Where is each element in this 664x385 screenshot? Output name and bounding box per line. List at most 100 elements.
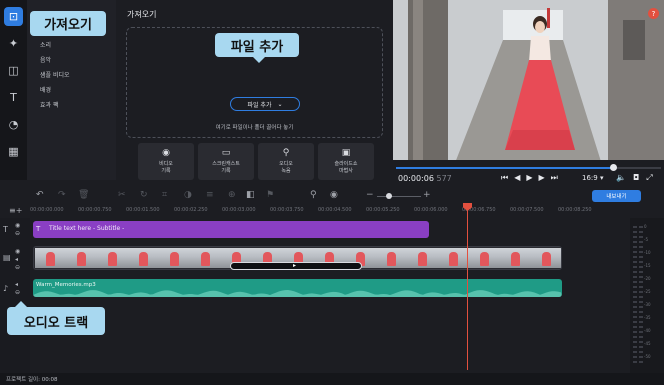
playhead[interactable] [467,206,468,370]
record-tiles: ◉ 비디오 기록 ▭ 스크린캐스트 기록 ⚲ 오디오 녹음 ▣ 슬라이드쇼 마법… [138,143,374,180]
import-icon[interactable]: ⊡ [4,7,23,26]
video-thumbnail [469,248,500,268]
export-button[interactable]: 내보내기 [592,190,641,202]
transition-wizard-icon[interactable]: ◧ [246,190,255,200]
ruler-tick-label: 00:00:00.000 [30,207,64,213]
scrubber-progress [396,167,614,169]
skip-to-start-icon[interactable]: ⏮ [501,173,508,183]
step-back-icon[interactable]: ◀ [514,173,520,183]
screencast-icon: ▭ [221,148,231,158]
status-bar: 프로젝트 길이: 00:08 [0,373,664,385]
audio-clip[interactable]: Warm_Memories.mp3 [33,279,562,297]
insert-media-icon[interactable]: ⊕ [228,190,236,200]
waveform-shape [33,290,562,297]
color-adjust-icon[interactable]: ◑ [184,190,192,200]
audio-waveform [33,290,562,297]
lock-icon[interactable]: ⊖ [15,264,20,271]
vu-scale-label: -25 [644,289,651,294]
ruler-tick-label: 00:00:06.000 [414,207,448,213]
zoom-slider[interactable] [377,196,421,197]
vu-scale-label: -40 [644,328,651,333]
video-thumbnail [531,248,561,268]
redo-icon[interactable]: ↷ [58,190,66,200]
zoom-slider-handle[interactable] [385,193,392,199]
stickers-icon[interactable]: ◔ [4,115,23,134]
category-item-backgrounds[interactable]: 배경 [40,85,51,94]
fullscreen-icon[interactable]: ⤢ [646,173,652,183]
record-screencast-button[interactable]: ▭ 스크린캐스트 기록 [198,143,254,180]
video-thumbnail [190,248,221,268]
add-file-callout: 파일 추가 [215,33,299,63]
zoom-out-icon[interactable]: − [366,190,374,200]
titles-icon[interactable]: T [4,88,23,107]
preview-player[interactable] [393,0,664,168]
slideshow-icon: ▣ [341,148,351,158]
record-video-button[interactable]: ◉ 비디오 기록 [138,143,194,180]
title-track-icon: T [3,225,8,234]
ruler-tick-label: 00:00:03.750 [270,207,304,213]
video-thumbnail [66,248,97,268]
speaker-icon[interactable]: ◂ [15,281,18,288]
lock-icon[interactable]: ⊖ [15,230,20,237]
vu-scale-label: -50 [644,354,651,359]
undo-icon[interactable]: ↶ [36,190,44,200]
tile-label: 비디오 기록 [159,161,173,174]
delete-icon[interactable]: 🗑 [78,190,89,200]
more-tools-icon[interactable]: ▦ [4,142,23,161]
timecode-ms: 577 [436,174,452,183]
crop-icon[interactable]: ⌗ [162,190,167,200]
cut-icon[interactable]: ✂ [118,190,126,200]
record-voice-icon[interactable]: ◉ [330,190,338,200]
marker-icon[interactable]: ⚑ [266,190,274,200]
vu-right-channel [639,226,643,366]
video-thumbnail [159,248,190,268]
record-audio-button[interactable]: ⚲ 오디오 녹음 [258,143,314,180]
zoom-in-icon[interactable]: + [423,190,431,200]
ruler-tick-label: 00:00:04.500 [318,207,352,213]
slideshow-wizard-button[interactable]: ▣ 슬라이드쇼 마법사 [318,143,374,180]
lock-icon[interactable]: ⊖ [15,289,20,296]
preview-frame-image [393,0,664,168]
magic-wand-icon[interactable]: ✦ [4,34,23,53]
player-controls: 00:00:06 577 ⏮ ◀ ▶ ▶ ⏭ 16:9 ▾ 🔈 ◘ ⤢ [393,160,664,188]
vu-scale-label: 0 [644,224,647,229]
scrubber-handle[interactable] [610,164,618,171]
video-thumbnail [376,248,407,268]
step-forward-icon[interactable]: ▶ [539,173,545,183]
transitions-icon[interactable]: ◫ [4,61,23,80]
category-item-sample-videos[interactable]: 샘플 비디오 [40,70,70,79]
tool-rail: ⊡ ✦ ◫ T ◔ ▦ [0,0,27,180]
panel-title: 가져오기 [127,10,157,19]
transition-arrow-icon: ▸ [293,262,297,269]
eye-icon[interactable]: ◉ [15,222,20,229]
snapshot-icon[interactable]: ◘ [633,173,639,183]
tile-label: 스크린캐스트 기록 [212,161,240,174]
video-thumbnail [35,248,66,268]
speaker-icon[interactable]: ◂ [15,256,18,263]
location-pin-icon[interactable]: ⚲ [310,190,317,200]
vu-scale-label: -45 [644,341,651,346]
project-length: 프로젝트 길이: 00:08 [6,377,58,383]
skip-to-end-icon[interactable]: ⏭ [551,173,558,183]
ruler-tick-label: 00:00:05.250 [366,207,400,213]
timeline-ruler[interactable]: 00:00:00.000 00:00:00.750 00:00:01.500 00:0… [30,204,630,218]
category-item-effect-packs[interactable]: 효과 팩 [40,100,58,109]
eye-icon[interactable]: ◉ [15,248,20,255]
clip-properties-icon[interactable]: ≡ [206,190,214,200]
transport-buttons: ⏮ ◀ ▶ ▶ ⏭ [501,173,558,183]
aspect-ratio-select[interactable]: 16:9 ▾ [582,174,603,182]
play-icon[interactable]: ▶ [526,173,532,183]
add-track-icon[interactable]: ≡+ [9,206,22,215]
volume-icon[interactable]: 🔈 [616,173,626,183]
help-button[interactable]: ? [648,8,659,19]
timecode: 00:00:06 577 [398,174,452,183]
playback-scrubber[interactable] [396,164,661,171]
rotate-icon[interactable]: ↻ [140,190,148,200]
category-item-sounds[interactable]: 소리 [40,40,51,49]
drop-hint: 여기로 파일이나 폴더 끌어다 놓기 [215,125,294,131]
transition-indicator[interactable]: ▸ [230,262,362,270]
title-clip[interactable]: Title text here - Subtitle - [33,221,429,238]
category-item-music[interactable]: 음악 [40,55,51,64]
add-file-button[interactable]: 파일 추가 ⌄ [230,97,300,111]
vu-scale-label: -20 [644,276,651,281]
